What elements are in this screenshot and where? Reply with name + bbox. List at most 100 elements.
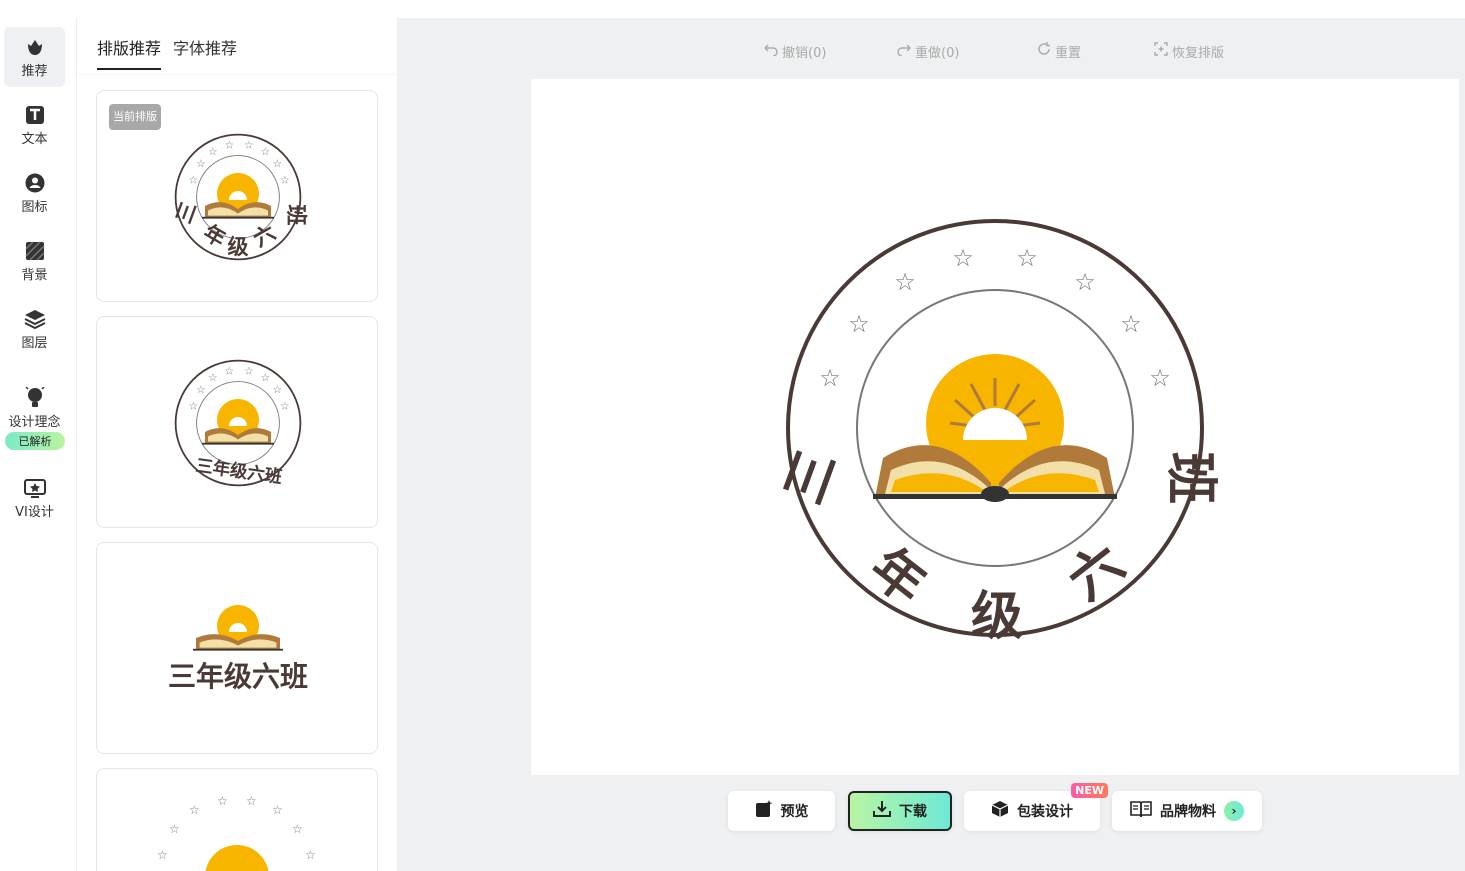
svg-text:☆: ☆: [189, 174, 199, 187]
download-label: 下载: [899, 804, 927, 820]
active-tab-underline: [97, 68, 161, 70]
rail-item-text[interactable]: 文本: [4, 95, 65, 155]
svg-text:☆: ☆: [157, 848, 168, 862]
restore-layout-label: 恢复排版: [1172, 45, 1225, 61]
logo-artwork: ☆ ☆ ☆ ☆ ☆ ☆ ☆ ☆ 三 年 级 六 班: [774, 219, 1220, 647]
svg-text:班: 班: [284, 205, 308, 226]
svg-text:☆: ☆: [208, 371, 218, 384]
rail-item-vi-design[interactable]: VI设计: [4, 468, 65, 528]
rail-item-design-concept[interactable]: 设计理念: [4, 378, 65, 438]
parsed-badge: 已解析: [5, 432, 65, 450]
user-circle-icon: [24, 172, 46, 194]
svg-text:☆: ☆: [848, 310, 870, 338]
svg-text:年: 年: [199, 220, 229, 251]
book-icon: [1130, 800, 1152, 822]
rail-item-label: 图层: [21, 335, 48, 351]
rail-item-layers[interactable]: 图层: [4, 299, 65, 359]
preview-button[interactable]: 预览: [728, 791, 835, 831]
package-design-button[interactable]: 包装设计 NEW: [964, 783, 1108, 831]
svg-text:☆: ☆: [244, 364, 254, 377]
current-layout-tag: 当前排版: [109, 104, 161, 130]
svg-text:☆: ☆: [952, 244, 974, 272]
rail-item-label: 图标: [21, 199, 48, 215]
svg-text:☆: ☆: [196, 383, 206, 396]
rail-item-label: VI设计: [15, 504, 54, 520]
download-button[interactable]: 下载: [848, 791, 952, 831]
rail-item-icons[interactable]: 图标: [4, 163, 65, 223]
svg-text:☆: ☆: [1016, 244, 1038, 272]
svg-text:☆: ☆: [244, 138, 254, 151]
svg-text:☆: ☆: [273, 157, 283, 170]
svg-text:☆: ☆: [273, 383, 283, 396]
text-icon: [24, 104, 46, 126]
rail-item-recommend[interactable]: 推荐: [4, 27, 65, 87]
svg-text:级: 级: [228, 235, 249, 259]
svg-text:☆: ☆: [292, 822, 303, 836]
reset-button[interactable]: 重置: [1037, 42, 1082, 61]
layout-thumbnail: 三年级六班 ☆ ☆ ☆ ☆ ☆ ☆ ☆ ☆: [174, 359, 302, 488]
brand-materials-button[interactable]: 品牌物料 ›: [1112, 791, 1262, 831]
layout-panel: 排版推荐 字体推荐 当前排版 三 年 级 六 班 ☆ ☆ ☆ ☆ ☆ ☆ ☆ ☆…: [77, 18, 397, 871]
brand-materials-label: 品牌物料: [1160, 804, 1216, 820]
lightbulb-icon: [24, 386, 46, 409]
layout-card[interactable]: 当前排版 三 年 级 六 班 ☆ ☆ ☆ ☆ ☆ ☆ ☆ ☆: [96, 90, 378, 302]
layout-card[interactable]: 三年级六班 ☆ ☆ ☆ ☆ ☆ ☆ ☆ ☆: [96, 316, 378, 528]
svg-text:☆: ☆: [169, 822, 180, 836]
svg-text:☆: ☆: [305, 848, 316, 862]
layers-icon: [24, 308, 46, 330]
download-icon: [873, 800, 891, 822]
svg-text:级: 级: [971, 587, 1023, 647]
app-root: 推荐 文本 图标 背景 图层 设计理念 已解析 VI设计 排版推荐 字体推荐 当…: [0, 0, 1465, 871]
svg-text:☆: ☆: [1120, 310, 1142, 338]
rail-item-label: 推荐: [21, 63, 48, 79]
svg-text:☆: ☆: [208, 145, 218, 158]
layout-card[interactable]: ☆ ☆ ☆ ☆ ☆ ☆ ☆ ☆: [96, 768, 378, 871]
package-design-label: 包装设计: [1017, 804, 1073, 820]
redo-label: 重做(0): [915, 45, 960, 61]
rail-item-background[interactable]: 背景: [4, 231, 65, 291]
redo-button[interactable]: 重做(0): [897, 42, 960, 61]
undo-button[interactable]: 撤销(0): [764, 42, 826, 61]
tab-layout-recommend[interactable]: 排版推荐: [97, 35, 161, 59]
svg-text:☆: ☆: [189, 803, 200, 817]
rail-item-label: 文本: [21, 131, 48, 147]
box-icon: [991, 800, 1009, 822]
card-brand-text: 三年级六班: [168, 660, 308, 693]
svg-text:☆: ☆: [1149, 364, 1171, 392]
redo-icon: [897, 42, 911, 60]
layout-thumbnail: 三年级六班: [168, 605, 308, 693]
svg-text:☆: ☆: [261, 145, 271, 158]
left-rail: 推荐 文本 图标 背景 图层 设计理念 已解析 VI设计: [0, 18, 77, 871]
tulip-icon: [24, 36, 46, 58]
chevron-right-icon: ›: [1224, 801, 1244, 821]
background-icon: [24, 240, 46, 262]
panel-tabs: 排版推荐 字体推荐: [77, 18, 397, 73]
layout-thumbnail: ☆ ☆ ☆ ☆ ☆ ☆ ☆ ☆: [157, 794, 316, 871]
svg-text:年: 年: [859, 537, 937, 616]
restore-layout-icon: [1154, 42, 1168, 60]
reset-label: 重置: [1055, 45, 1082, 61]
svg-text:☆: ☆: [1074, 268, 1096, 296]
svg-text:☆: ☆: [196, 157, 206, 170]
vi-design-icon: [23, 477, 46, 499]
svg-text:☆: ☆: [261, 371, 271, 384]
svg-text:三年级六班: 三年级六班: [194, 455, 284, 488]
undo-icon: [764, 42, 778, 60]
svg-text:三: 三: [774, 442, 848, 511]
rail-item-label: 设计理念: [8, 414, 61, 430]
svg-text:☆: ☆: [246, 794, 257, 808]
svg-text:☆: ☆: [217, 794, 228, 808]
layout-card[interactable]: 三年级六班: [96, 542, 378, 754]
preview-icon: [755, 800, 773, 822]
rail-item-label: 背景: [21, 267, 48, 283]
svg-text:☆: ☆: [280, 400, 290, 413]
workspace: 撤销(0) 重做(0) 重置 恢复排版 ☆ ☆ ☆ ☆ ☆ ☆ ☆ ☆ 三 年 …: [397, 18, 1465, 871]
design-canvas[interactable]: ☆ ☆ ☆ ☆ ☆ ☆ ☆ ☆ 三 年 级 六 班: [531, 79, 1459, 775]
svg-text:班: 班: [1160, 452, 1220, 504]
svg-text:☆: ☆: [225, 364, 235, 377]
preview-label: 预览: [780, 804, 809, 820]
reset-icon: [1037, 42, 1051, 60]
restore-layout-button[interactable]: 恢复排版: [1154, 42, 1225, 61]
tab-font-recommend[interactable]: 字体推荐: [173, 35, 237, 59]
svg-text:☆: ☆: [189, 400, 199, 413]
